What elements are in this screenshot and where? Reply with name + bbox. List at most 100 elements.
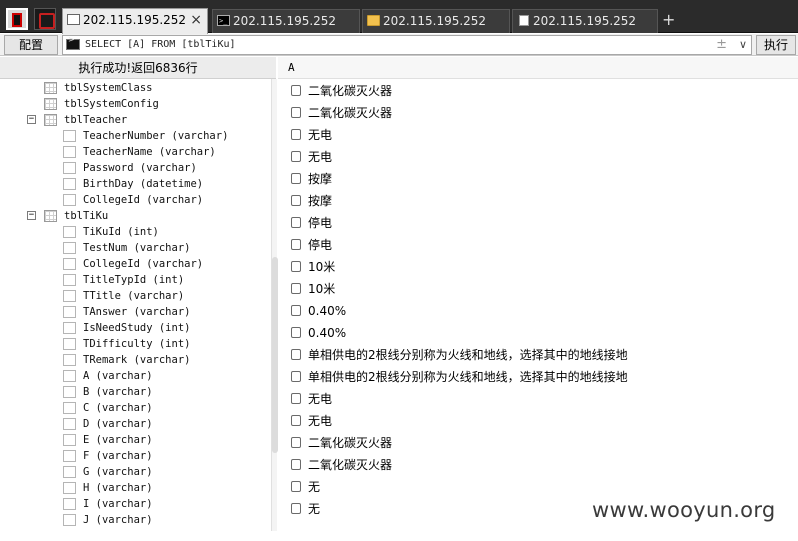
tree-node-label: CollegeId (varchar): [83, 194, 204, 206]
result-row[interactable]: 单相供电的2根线分别称为火线和地线，选择其中的地线接地: [278, 344, 798, 366]
row-checkbox[interactable]: [291, 195, 301, 206]
result-cell: 二氧化碳灭火器: [308, 436, 393, 450]
row-checkbox[interactable]: [291, 481, 301, 492]
tree-field-node[interactable]: D (varchar): [0, 416, 270, 432]
tree-field-node[interactable]: CollegeId (varchar): [0, 192, 270, 208]
result-row[interactable]: 无: [278, 476, 798, 498]
tree-field-node[interactable]: B (varchar): [0, 384, 270, 400]
tab-close-icon[interactable]: ×: [190, 9, 202, 31]
result-cell: 二氧化碳灭火器: [308, 106, 393, 120]
tree-field-node[interactable]: Password (varchar): [0, 160, 270, 176]
row-checkbox[interactable]: [291, 85, 301, 96]
config-button[interactable]: 配置: [4, 35, 58, 55]
row-checkbox[interactable]: [291, 327, 301, 338]
result-row[interactable]: 10米: [278, 278, 798, 300]
row-checkbox[interactable]: [291, 305, 301, 316]
tree-field-node[interactable]: H (varchar): [0, 480, 270, 496]
tree-table-node[interactable]: − tblTeacher: [0, 112, 270, 128]
sql-query-text[interactable]: SELECT [A] FROM [tblTiKu]: [85, 37, 236, 53]
result-cell: 二氧化碳灭火器: [308, 458, 393, 472]
result-column-header[interactable]: A: [278, 57, 798, 79]
add-tab-button[interactable]: +: [662, 10, 675, 30]
field-icon: [63, 514, 76, 526]
tree-field-node[interactable]: BirthDay (datetime): [0, 176, 270, 192]
tab-session-1[interactable]: 202.115.195.252 ×: [62, 8, 208, 34]
sql-input[interactable]: SELECT [A] FROM [tblTiKu] ± ∨: [62, 35, 752, 55]
row-checkbox[interactable]: [291, 393, 301, 404]
tree-field-node[interactable]: TeacherName (varchar): [0, 144, 270, 160]
execute-button[interactable]: 执行: [756, 35, 796, 55]
tree-node-label: TeacherName (varchar): [83, 146, 216, 158]
result-cell: 二氧化碳灭火器: [308, 84, 393, 98]
result-row[interactable]: 停电: [278, 234, 798, 256]
result-row[interactable]: 二氧化碳灭火器: [278, 102, 798, 124]
tree-field-node[interactable]: TestNum (varchar): [0, 240, 270, 256]
row-checkbox[interactable]: [291, 261, 301, 272]
tree-node-label: IsNeedStudy (int): [83, 322, 191, 334]
tree-field-node[interactable]: TitleTypId (int): [0, 272, 270, 288]
tab-session-3[interactable]: 202.115.195.252: [362, 9, 510, 33]
tree-node-label: Password (varchar): [83, 162, 197, 174]
tree-field-node[interactable]: G (varchar): [0, 464, 270, 480]
row-checkbox[interactable]: [291, 129, 301, 140]
result-row[interactable]: 无电: [278, 124, 798, 146]
result-row[interactable]: 无电: [278, 410, 798, 432]
result-row[interactable]: 停电: [278, 212, 798, 234]
tree-field-node[interactable]: TeacherNumber (varchar): [0, 128, 270, 144]
tree-table-node[interactable]: tblSystemClass: [0, 80, 270, 96]
result-row[interactable]: 按摩: [278, 168, 798, 190]
collapse-toggle-icon[interactable]: −: [27, 115, 36, 124]
row-checkbox[interactable]: [291, 437, 301, 448]
row-checkbox[interactable]: [291, 107, 301, 118]
result-row[interactable]: 单相供电的2根线分别称为火线和地线，选择其中的地线接地: [278, 366, 798, 388]
result-row[interactable]: 10米: [278, 256, 798, 278]
session-manager-icon[interactable]: [34, 8, 56, 30]
field-icon: [63, 290, 76, 302]
sql-plus-icon[interactable]: ±: [716, 36, 727, 54]
chevron-down-icon[interactable]: ∨: [739, 36, 747, 54]
tree-field-node[interactable]: J (varchar): [0, 512, 270, 528]
row-checkbox[interactable]: [291, 151, 301, 162]
row-checkbox[interactable]: [291, 415, 301, 426]
row-checkbox[interactable]: [291, 283, 301, 294]
result-row[interactable]: 二氧化碳灭火器: [278, 80, 798, 102]
tree-field-node[interactable]: TTitle (varchar): [0, 288, 270, 304]
result-cell: 停电: [308, 216, 333, 230]
tree-field-node[interactable]: TiKuId (int): [0, 224, 270, 240]
result-cell: 单相供电的2根线分别称为火线和地线，选择其中的地线接地: [308, 348, 628, 362]
tree-field-node[interactable]: IsNeedStudy (int): [0, 320, 270, 336]
result-row[interactable]: 0.40%: [278, 322, 798, 344]
result-row[interactable]: 按摩: [278, 190, 798, 212]
tree-table-node[interactable]: tblSystemConfig: [0, 96, 270, 112]
row-checkbox[interactable]: [291, 239, 301, 250]
row-checkbox[interactable]: [291, 459, 301, 470]
row-checkbox[interactable]: [291, 173, 301, 184]
tree-field-node[interactable]: A (varchar): [0, 368, 270, 384]
tree-field-node[interactable]: TRemark (varchar): [0, 352, 270, 368]
tab-session-4[interactable]: 202.115.195.252: [512, 9, 658, 33]
result-row[interactable]: 无电: [278, 388, 798, 410]
app-menu-icon[interactable]: [6, 8, 28, 30]
tree-field-node[interactable]: E (varchar): [0, 432, 270, 448]
result-row[interactable]: 二氧化碳灭火器: [278, 432, 798, 454]
result-row[interactable]: 二氧化碳灭火器: [278, 454, 798, 476]
tree-field-node[interactable]: TDifficulty (int): [0, 336, 270, 352]
collapse-toggle-icon[interactable]: −: [27, 211, 36, 220]
tab-session-2[interactable]: 202.115.195.252: [212, 9, 360, 33]
row-checkbox[interactable]: [291, 217, 301, 228]
tree-field-node[interactable]: CollegeId (varchar): [0, 256, 270, 272]
tree-field-node[interactable]: I (varchar): [0, 496, 270, 512]
result-cell: 10米: [308, 282, 336, 296]
tree-field-node[interactable]: F (varchar): [0, 448, 270, 464]
row-checkbox[interactable]: [291, 503, 301, 514]
tree-scrollbar[interactable]: [271, 79, 278, 531]
tree-field-node[interactable]: C (varchar): [0, 400, 270, 416]
tree-field-node[interactable]: TAnswer (varchar): [0, 304, 270, 320]
row-checkbox[interactable]: [291, 371, 301, 382]
result-row[interactable]: 0.40%: [278, 300, 798, 322]
result-row[interactable]: 无电: [278, 146, 798, 168]
row-checkbox[interactable]: [291, 349, 301, 360]
tree-node-label: CollegeId (varchar): [83, 258, 204, 270]
tree-table-node[interactable]: − tblTiKu: [0, 208, 270, 224]
terminal-icon: [66, 35, 80, 50]
